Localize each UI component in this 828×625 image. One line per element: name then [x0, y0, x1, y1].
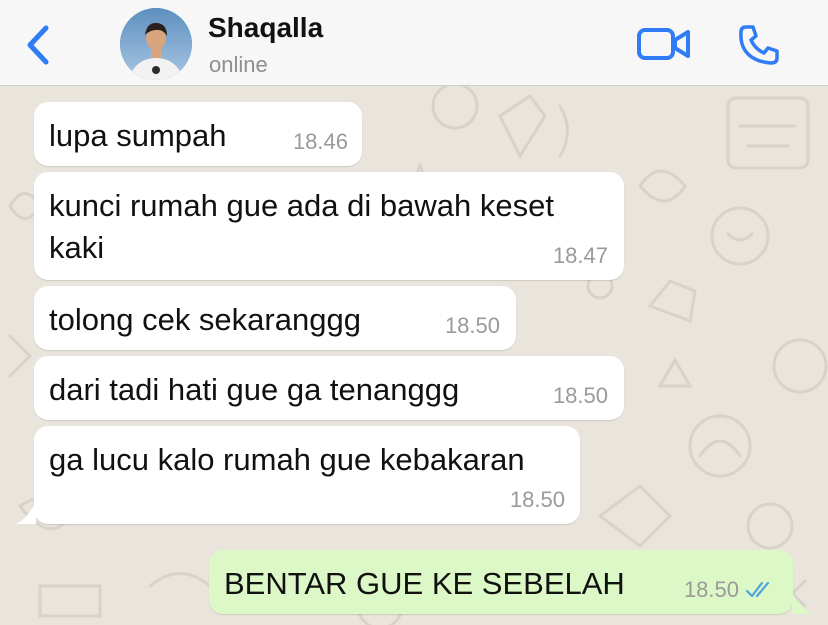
- message-text: tolong cek sekaranggg: [49, 302, 361, 337]
- message-text: kunci rumah gue ada di bawah keset: [49, 188, 554, 223]
- message-time: 18.50: [509, 487, 565, 512]
- message-text: kaki: [49, 230, 105, 265]
- avatar-photo: [120, 8, 192, 80]
- bubble-tail: [16, 502, 36, 524]
- contact-name[interactable]: Shaqalla: [208, 12, 323, 44]
- message-time: 18.50: [683, 577, 739, 602]
- chat-header: Shaqalla online: [0, 0, 828, 86]
- message-text: ga lucu kalo rumah gue kebakaran: [49, 442, 525, 477]
- chevron-left-icon[interactable]: [20, 20, 60, 70]
- message-text: lupa sumpah: [49, 118, 227, 153]
- outgoing-message-bubble[interactable]: BENTAR GUE KE SEBELAH 18.50: [209, 550, 793, 614]
- message-time: 18.47: [552, 243, 608, 268]
- bubble-tail: [792, 592, 812, 614]
- incoming-message-bubble[interactable]: kunci rumah gue ada di bawah keset kaki …: [34, 172, 624, 280]
- incoming-message-bubble[interactable]: lupa sumpah 18.46: [34, 102, 362, 166]
- avatar[interactable]: [120, 8, 192, 80]
- message-text: BENTAR GUE KE SEBELAH: [224, 566, 625, 601]
- incoming-message-bubble[interactable]: dari tadi hati gue ga tenanggg 18.50: [34, 356, 624, 420]
- contact-status: online: [209, 52, 268, 77]
- incoming-message-bubble[interactable]: tolong cek sekaranggg 18.50: [34, 286, 516, 350]
- message-time: 18.50: [444, 313, 500, 338]
- message-time: 18.46: [292, 129, 348, 154]
- incoming-message-bubble[interactable]: ga lucu kalo rumah gue kebakaran 18.50: [34, 426, 580, 524]
- message-time: 18.50: [552, 383, 608, 408]
- read-receipt-icon: [745, 581, 770, 598]
- message-text: dari tadi hati gue ga tenanggg: [49, 372, 460, 407]
- phone-icon[interactable]: [736, 22, 782, 68]
- video-camera-icon[interactable]: [636, 24, 692, 64]
- message-list[interactable]: lupa sumpah 18.46 kunci rumah gue ada di…: [0, 86, 828, 625]
